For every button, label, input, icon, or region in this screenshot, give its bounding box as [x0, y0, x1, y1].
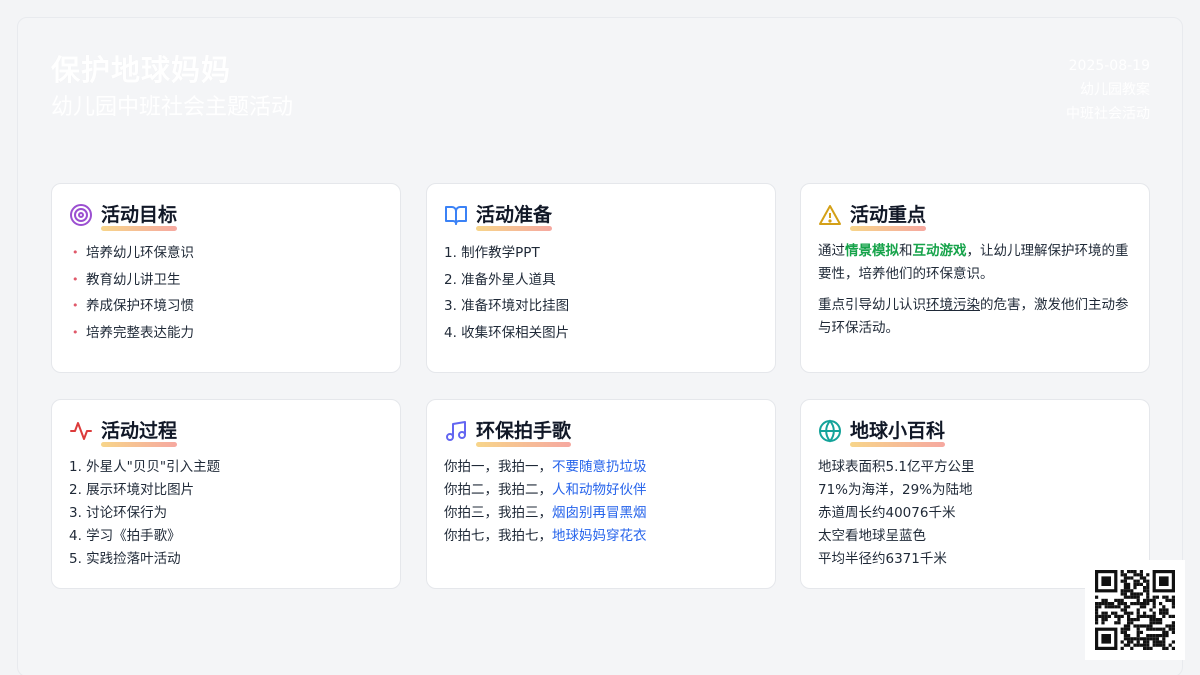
list-item: 养成保护环境习惯	[69, 293, 384, 320]
header-meta: 2025-08-19 幼儿园教案 中班社会活动	[1066, 54, 1150, 126]
card-song: 环保拍手歌 你拍一，我拍一，不要随意扔垃圾 你拍二，我拍二，人和动物好伙伴 你拍…	[426, 399, 776, 589]
highlight-text: 互动游戏	[912, 243, 967, 259]
card-title: 活动过程	[101, 419, 178, 447]
song-line: 你拍二，我拍二，人和动物好伙伴	[444, 479, 759, 502]
date-label: 2025-08-19	[1068, 58, 1150, 74]
music-note-icon	[444, 419, 468, 443]
song-lead: 你拍三，我拍三，	[444, 505, 552, 521]
tag-label: 中班社会活动	[1066, 106, 1150, 122]
globe-icon	[818, 419, 842, 443]
process-list: 1. 外星人"贝贝"引入主题 2. 展示环境对比图片 3. 讨论环保行为 4. …	[69, 456, 384, 571]
song-line: 你拍七，我拍七，地球妈妈穿花衣	[444, 525, 759, 548]
card-process: 活动过程 1. 外星人"贝贝"引入主题 2. 展示环境对比图片 3. 讨论环保行…	[51, 399, 401, 589]
list-item: 1. 制作教学PPT	[444, 245, 540, 261]
card-title: 活动准备	[476, 203, 553, 231]
underlined-text: 环境污染	[926, 297, 980, 313]
tag-label: 幼儿园教案	[1080, 82, 1150, 98]
list-item: 71%为海洋，29%为陆地	[818, 482, 973, 498]
song-text: 烟囱别再冒黑烟	[552, 505, 647, 521]
card-goals: 活动目标 培养幼儿环保意识 教育幼儿讲卫生 养成保护环境习惯 培养完整表达能力	[51, 183, 401, 373]
list-item: 5. 实践捡落叶活动	[69, 551, 181, 567]
list-item: 培养幼儿环保意识	[69, 240, 384, 267]
target-icon	[69, 203, 93, 227]
prep-list: 1. 制作教学PPT 2. 准备外星人道具 3. 准备环境对比挂图 4. 收集环…	[444, 240, 759, 346]
card-prep: 活动准备 1. 制作教学PPT 2. 准备外星人道具 3. 准备环境对比挂图 4…	[426, 183, 776, 373]
list-item: 太空看地球呈蓝色	[818, 528, 926, 544]
list-item: 地球表面积5.1亿平方公里	[818, 459, 975, 475]
card-title: 地球小百科	[850, 419, 946, 447]
earth-facts: 地球表面积5.1亿平方公里 71%为海洋，29%为陆地 赤道周长约40076千米…	[818, 456, 1133, 571]
list-item: 3. 准备环境对比挂图	[444, 298, 570, 314]
goals-list: 培养幼儿环保意识 教育幼儿讲卫生 养成保护环境习惯 培养完整表达能力	[69, 240, 384, 346]
warning-icon	[818, 203, 842, 227]
song-text: 不要随意扔垃圾	[552, 459, 647, 475]
song-lead: 你拍一，我拍一，	[444, 459, 552, 475]
qr-code-icon	[1085, 560, 1185, 660]
focus-paragraph: 通过情景模拟和互动游戏，让幼儿理解保护环境的重要性，培养他们的环保意识。	[818, 240, 1133, 285]
list-item: 2. 展示环境对比图片	[69, 482, 195, 498]
song-lead: 你拍七，我拍七，	[444, 528, 552, 544]
song-line: 你拍一，我拍一，不要随意扔垃圾	[444, 456, 759, 479]
song-lines: 你拍一，我拍一，不要随意扔垃圾 你拍二，我拍二，人和动物好伙伴 你拍三，我拍三，…	[444, 456, 759, 548]
song-text: 地球妈妈穿花衣	[552, 528, 647, 544]
list-item: 赤道周长约40076千米	[818, 505, 956, 521]
text-span: 重点引导幼儿认识	[818, 297, 926, 313]
list-item: 1. 外星人"贝贝"引入主题	[69, 459, 221, 475]
list-item: 3. 讨论环保行为	[69, 505, 168, 521]
list-item: 教育幼儿讲卫生	[69, 267, 384, 294]
list-item: 2. 准备外星人道具	[444, 271, 556, 288]
card-title: 环保拍手歌	[476, 419, 572, 447]
song-lead: 你拍二，我拍二，	[444, 482, 552, 498]
text-span: 和	[899, 243, 913, 259]
page-title: 保护地球妈妈	[51, 53, 232, 87]
header: 保护地球妈妈 幼儿园中班社会主题活动 2025-08-19 幼儿园教案 中班社会…	[51, 52, 1150, 132]
book-open-icon	[444, 203, 468, 227]
activity-icon	[69, 419, 93, 443]
song-text: 人和动物好伙伴	[552, 482, 647, 498]
song-line: 你拍三，我拍三，烟囱别再冒黑烟	[444, 502, 759, 525]
focus-paragraph: 重点引导幼儿认识环境污染的危害，激发他们主动参与环保活动。	[818, 294, 1133, 339]
list-item: 4. 收集环保相关图片	[444, 324, 570, 341]
card-title: 活动目标	[101, 203, 178, 231]
card-title: 活动重点	[850, 203, 927, 231]
page-subtitle: 幼儿园中班社会主题活动	[51, 95, 294, 120]
highlight-text: 情景模拟	[845, 243, 899, 259]
card-focus: 活动重点 通过情景模拟和互动游戏，让幼儿理解保护环境的重要性，培养他们的环保意识…	[800, 183, 1150, 373]
list-item: 4. 学习《拍手歌》	[69, 528, 181, 544]
text-span: 通过	[818, 243, 845, 259]
list-item: 培养完整表达能力	[69, 320, 384, 347]
